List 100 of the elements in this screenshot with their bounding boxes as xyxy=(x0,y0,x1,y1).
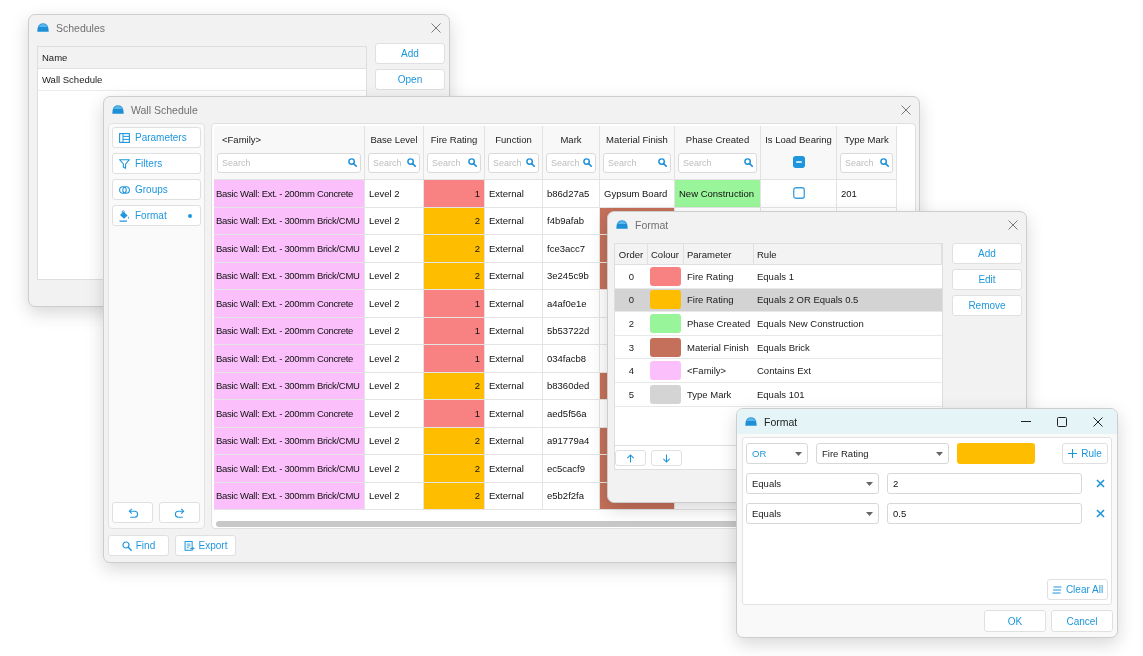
column-header: Material Finish xyxy=(606,134,668,145)
remove-icon[interactable] xyxy=(1096,479,1105,488)
search-field[interactable]: Search xyxy=(427,153,481,173)
footer-button[interactable]: Export xyxy=(175,535,236,556)
sidebar-button[interactable]: Filters xyxy=(112,153,201,174)
checkbox[interactable] xyxy=(792,156,805,168)
table-cell: 1 xyxy=(424,400,485,428)
table-cell: 2 xyxy=(424,427,485,455)
table-cell: 2 xyxy=(424,372,485,400)
table-cell: External xyxy=(485,290,543,318)
rule-row[interactable]: 4 <Family> Contains Ext xyxy=(615,359,942,383)
undo-button[interactable] xyxy=(112,502,153,523)
table-cell: External xyxy=(485,400,543,428)
search-field[interactable]: Search xyxy=(217,153,361,173)
undo-icon xyxy=(126,507,139,518)
table-cell-text: 0 xyxy=(627,293,636,308)
dialog-button[interactable]: Cancel xyxy=(1051,610,1113,632)
window-title: Format xyxy=(764,415,798,428)
action-button[interactable]: Add xyxy=(952,243,1022,264)
list-item[interactable]: Wall Schedule xyxy=(38,69,366,91)
action-button[interactable]: Edit xyxy=(952,269,1022,290)
rule-row[interactable]: 2 Phase Created Equals New Construction xyxy=(615,312,942,336)
table-cell: 1 xyxy=(424,345,485,373)
search-icon xyxy=(468,158,477,167)
search-field[interactable]: Search xyxy=(603,153,671,173)
table-cell: External xyxy=(485,482,543,510)
value-field[interactable]: 2 xyxy=(887,473,1082,494)
table-cell-text: <Family> xyxy=(686,364,728,379)
column-header: Phase Created xyxy=(685,134,750,145)
column-header: Fire Rating xyxy=(430,134,478,145)
table-cell-text: Equals 101 xyxy=(756,387,806,402)
rule-row[interactable]: 3 Material Finish Equals Brick xyxy=(615,335,942,360)
table-cell: External xyxy=(485,207,543,235)
redo-icon xyxy=(173,507,186,518)
swatch-button[interactable] xyxy=(957,443,1035,464)
column-header: Parameter xyxy=(684,244,754,264)
search-icon xyxy=(744,158,753,167)
checkbox[interactable] xyxy=(792,187,805,200)
rule-row[interactable]: 0 Fire Rating Equals 1 xyxy=(615,265,942,289)
sidebar-button[interactable]: Groups xyxy=(112,179,201,200)
column-header: Rule xyxy=(754,244,942,264)
action-button[interactable]: Open xyxy=(375,69,445,90)
sidebar-button[interactable]: Format xyxy=(112,205,201,226)
table-cell: Basic Wall: Ext. - 200mm Concrete xyxy=(214,180,365,208)
caret-icon xyxy=(866,481,873,486)
app-icon xyxy=(37,23,49,32)
table-cell-text: Equals 2 OR Equals 0.5 xyxy=(756,293,860,308)
maximize-icon[interactable] xyxy=(1057,416,1067,427)
table-cell: 2 xyxy=(424,207,485,235)
search-icon xyxy=(526,158,535,167)
clear-all-button[interactable]: Clear All xyxy=(1047,579,1108,600)
search-field[interactable]: Search xyxy=(678,153,757,173)
close-icon[interactable] xyxy=(1093,416,1103,427)
table-cell-text: Fire Rating xyxy=(686,269,735,284)
column-header: Mark xyxy=(560,134,582,145)
search-field[interactable]: Search xyxy=(546,153,596,173)
table-cell: External xyxy=(485,180,543,208)
table-cell: Basic Wall: Ext. - 300mm Brick/CMU xyxy=(214,262,365,290)
table-cell: Basic Wall: Ext. - 200mm Concrete xyxy=(214,400,365,428)
table-cell: Basic Wall: Ext. - 300mm Brick/CMU xyxy=(214,372,365,400)
table-cell: 1 xyxy=(424,180,485,208)
dialog-button[interactable]: OK xyxy=(984,610,1046,632)
table-cell: External xyxy=(485,455,543,483)
remove-icon[interactable] xyxy=(1096,509,1105,518)
redo-button[interactable] xyxy=(159,502,200,523)
table-cell-text: 5 xyxy=(627,387,636,402)
rule-row[interactable]: 0 Fire Rating Equals 2 OR Equals 0.5 xyxy=(615,288,942,313)
condition-dropdown[interactable]: Equals xyxy=(746,503,879,524)
table-cell: External xyxy=(485,317,543,345)
add-rule-button[interactable]: Rule xyxy=(1062,443,1108,464)
search-field[interactable]: Search xyxy=(840,153,893,173)
table-cell: Basic Wall: Ext. - 300mm Brick/CMU xyxy=(214,482,365,510)
action-button[interactable]: Remove xyxy=(952,295,1022,316)
action-button[interactable]: Add xyxy=(375,43,445,64)
condition-dropdown[interactable]: Equals xyxy=(746,473,879,494)
rule-row[interactable]: 5 Type Mark Equals 101 xyxy=(615,382,942,407)
parameter-dropdown[interactable]: Fire Rating xyxy=(816,443,949,464)
table-cell-text: Phase Created xyxy=(686,317,752,331)
table-cell: 1 xyxy=(424,290,485,318)
columns-icon xyxy=(119,132,130,143)
search-field[interactable]: Search xyxy=(368,153,420,173)
value-field[interactable]: 0.5 xyxy=(887,503,1082,524)
export-icon xyxy=(183,540,195,551)
table-cell-text: Equals 1 xyxy=(756,269,795,284)
operator-dropdown[interactable]: OR xyxy=(746,443,808,464)
sidebar-button[interactable]: Parameters xyxy=(112,127,201,148)
search-field[interactable]: Search xyxy=(488,153,539,173)
column-header: Name xyxy=(38,47,366,69)
footer-button[interactable]: Find xyxy=(108,535,169,556)
app-icon xyxy=(112,105,124,114)
down-arrow-icon xyxy=(662,453,671,463)
table-cell: Basic Wall: Ext. - 200mm Concrete xyxy=(214,317,365,345)
column-header: Base Level xyxy=(370,134,418,145)
table-cell: External xyxy=(485,235,543,263)
window-title: Wall Schedule xyxy=(131,103,198,116)
move-up-button[interactable] xyxy=(615,450,646,466)
table-cell: b86d27a5 xyxy=(543,180,600,208)
column-header: Colour xyxy=(648,244,684,264)
table-cell: Basic Wall: Ext. - 300mm Brick/CMU xyxy=(214,235,365,263)
move-down-button[interactable] xyxy=(651,450,682,466)
